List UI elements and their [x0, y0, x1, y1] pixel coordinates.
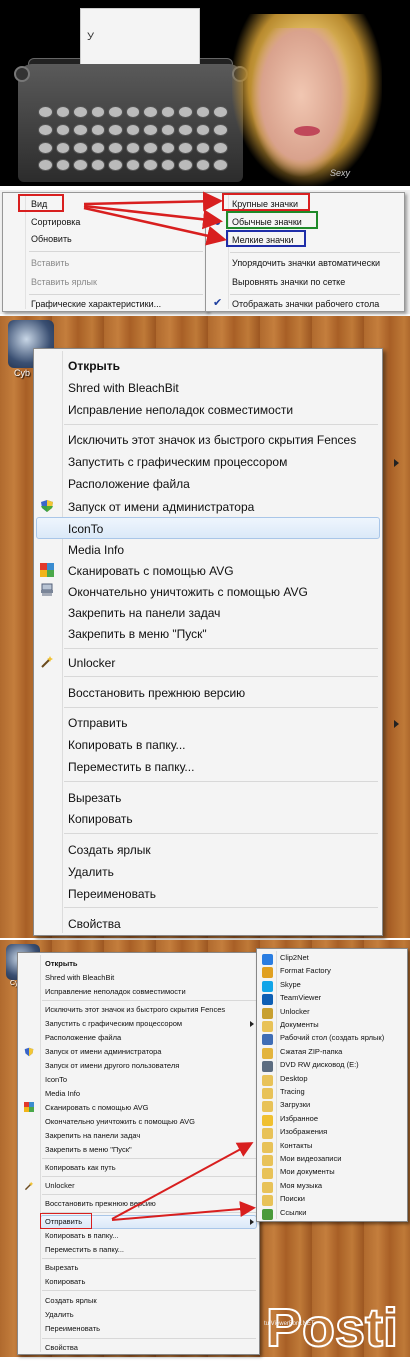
menu-item-open[interactable]: Открыть	[68, 359, 120, 373]
shield-icon	[41, 500, 53, 512]
footer-text: tu.ViewerFont.NET	[264, 1321, 315, 1327]
menu-item-copy[interactable]: Копировать	[68, 812, 133, 826]
submenu-arrow-icon	[394, 459, 399, 467]
menu-item-delete[interactable]: Удалить	[68, 865, 114, 879]
typewriter-knob-left	[14, 66, 30, 82]
desktop-shortcut-label: Cyb	[14, 368, 31, 378]
watermark-text: Posti	[266, 1298, 398, 1357]
woman-face	[250, 28, 352, 178]
menu-item-rename[interactable]: Переименовать	[68, 887, 156, 901]
typewriter-paper: У	[80, 8, 200, 70]
menu-item-move-to-folder[interactable]: Переместить в папку...	[68, 760, 194, 774]
menu-item-restore-previous[interactable]: Восстановить прежнюю версию	[68, 686, 245, 700]
menu-item-file-location[interactable]: Расположение файла	[68, 477, 190, 491]
menu-item-iconto[interactable]: IconTo	[68, 522, 103, 536]
typewriter-banner-image: У Sexy	[0, 0, 410, 186]
avg-icon	[40, 563, 54, 577]
posti-watermark: Posti tu.ViewerFont.NET	[262, 1228, 410, 1359]
paper-text: У	[87, 31, 94, 43]
menu-item-pin-start[interactable]: Закрепить в меню "Пуск"	[68, 627, 207, 641]
menu-item-run-gpu[interactable]: Запустить с графическим процессором	[68, 455, 287, 469]
menu-item-avg-shred[interactable]: Окончательно уничтожить с помощью AVG	[68, 585, 308, 599]
menu-item-shred-bleachbit[interactable]: Shred with BleachBit	[68, 381, 179, 395]
menu-item-run-as-admin[interactable]: Запуск от имени администратора	[68, 500, 254, 514]
menu-item-create-shortcut[interactable]: Создать ярлык	[68, 843, 151, 857]
view-menu-screenshot: Вид Сортировка Обновить Вставить Вставит…	[0, 190, 410, 314]
menu-item-unlocker[interactable]: Unlocker	[68, 656, 115, 670]
menu-item-media-info[interactable]: Media Info	[68, 543, 124, 557]
red-arrows	[83, 191, 227, 246]
shredder-icon	[41, 583, 53, 596]
wand-icon	[41, 656, 53, 668]
menu-item-properties[interactable]: Свойства	[68, 917, 121, 931]
file-context-menu: Открыть Shred with BleachBit Исправление…	[33, 348, 399, 936]
menu-item-pin-taskbar[interactable]: Закрепить на панели задач	[68, 606, 220, 620]
artist-signature: Sexy	[330, 168, 351, 178]
menu-item-compatibility[interactable]: Исправление неполадок совместимости	[68, 403, 293, 417]
menu-item-cut[interactable]: Вырезать	[68, 791, 121, 805]
menu-item-fences-exclude[interactable]: Исключить этот значок из быстрого скрыти…	[68, 433, 356, 447]
menu-item-send-to[interactable]: Отправить	[68, 716, 128, 730]
typewriter-keys	[38, 106, 228, 174]
menu-item-copy-to-folder[interactable]: Копировать в папку...	[68, 738, 186, 752]
menu-item-avg-scan[interactable]: Сканировать с помощью AVG	[68, 564, 234, 578]
submenu-arrow-icon	[394, 720, 399, 728]
woman-lips	[294, 126, 320, 136]
